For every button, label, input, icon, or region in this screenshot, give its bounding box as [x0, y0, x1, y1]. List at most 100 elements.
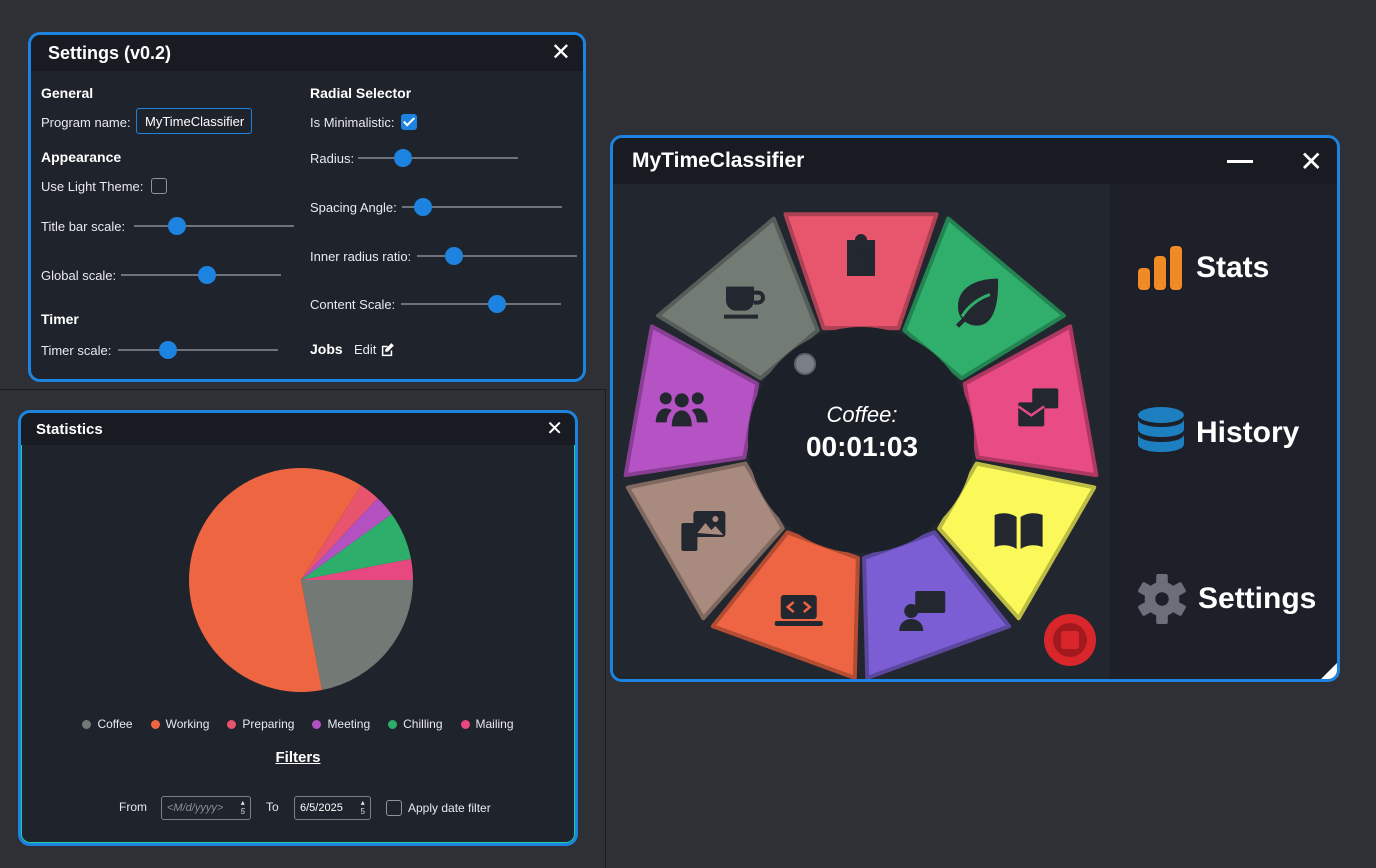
legend-item-preparing: Preparing: [227, 717, 294, 731]
statistics-title: Statistics: [36, 420, 103, 438]
edit-icon: [382, 343, 395, 357]
stop-icon: [1061, 631, 1079, 649]
legend-swatch: [312, 719, 322, 729]
general-heading: General: [41, 85, 94, 101]
legend-item-chilling: Chilling: [388, 717, 443, 731]
statistics-close-icon[interactable]: ✕: [546, 419, 563, 439]
stats-label: Stats: [1196, 251, 1270, 284]
bar-chart-icon: [1138, 246, 1182, 290]
from-date-input[interactable]: <M/d/yyyy> ▴ 5: [161, 796, 251, 820]
legend-item-coffee: Coffee: [82, 717, 133, 731]
from-label: From: [119, 800, 147, 814]
database-icon: [1138, 407, 1184, 452]
from-date-placeholder: <M/d/yyyy>: [167, 802, 224, 814]
settings-titlebar[interactable]: Settings (v0.2) ✕: [31, 35, 583, 71]
settings-left-column: General Program name: MyTimeClassifier A…: [31, 71, 301, 379]
appearance-heading: Appearance: [41, 149, 122, 165]
pane-divider-vertical: [605, 390, 606, 868]
legend-swatch: [227, 719, 237, 729]
legend-label: Preparing: [242, 717, 295, 731]
slider-thumb[interactable]: [158, 341, 177, 359]
main-sidebar: Stats History Settings: [1110, 184, 1337, 679]
clipboard-list-icon: [847, 234, 875, 276]
settings-close-icon[interactable]: ✕: [551, 41, 571, 65]
program-name-label: Program name:: [41, 115, 131, 130]
main-title: MyTimeClassifier: [632, 149, 805, 172]
current-job-label: Coffee:: [827, 402, 898, 427]
history-label: History: [1196, 416, 1300, 449]
settings-right-column: Radial Selector Is Minimalistic: Radius:…: [310, 71, 580, 379]
gear-icon: [1138, 573, 1186, 625]
apply-date-filter-label: Apply date filter: [408, 801, 491, 815]
to-date-input[interactable]: 6/5/2025 ▴ 5: [294, 796, 371, 820]
minimize-icon[interactable]: [1227, 160, 1253, 163]
stop-button[interactable]: [1044, 614, 1096, 666]
jobs-heading: Jobs: [310, 341, 343, 357]
timer-display: 00:01:03: [806, 431, 918, 462]
legend-item-working: Working: [150, 717, 210, 731]
radius-slider[interactable]: [358, 149, 518, 167]
content-scale-label: Content Scale:: [310, 297, 396, 312]
legend-swatch: [150, 719, 160, 729]
history-button[interactable]: History: [1136, 406, 1299, 460]
from-spin-value: 5: [240, 807, 245, 816]
stats-button[interactable]: Stats: [1136, 244, 1269, 292]
global-scale-label: Global scale:: [41, 268, 117, 283]
legend-swatch: [82, 719, 92, 729]
settings-button[interactable]: Settings: [1136, 572, 1316, 626]
to-label: To: [266, 800, 279, 814]
apply-date-filter-checkbox[interactable]: [386, 800, 402, 816]
slider-thumb[interactable]: [198, 266, 217, 284]
pie-chart: [189, 468, 413, 692]
timer-scale-label: Timer scale:: [41, 343, 112, 358]
legend-label: Meeting: [327, 717, 371, 731]
radial-heading: Radial Selector: [310, 85, 412, 101]
filters-title: Filters: [275, 749, 321, 766]
drag-handle-dot[interactable]: [794, 353, 816, 375]
settings-label: Settings: [1198, 582, 1317, 615]
inner-radius-ratio-label: Inner radius ratio:: [310, 249, 412, 264]
to-date-value: 6/5/2025: [300, 802, 343, 814]
timer-scale-slider[interactable]: [118, 341, 278, 359]
spacing-angle-label: Spacing Angle:: [310, 200, 397, 215]
legend-label: Coffee: [97, 717, 133, 731]
radial-wheel: Coffee: 00:01:03: [623, 212, 1099, 679]
legend-swatch: [460, 719, 470, 729]
slider-thumb[interactable]: [413, 198, 432, 216]
legend-item-meeting: Meeting: [312, 717, 370, 731]
slider-thumb[interactable]: [393, 149, 412, 167]
light-theme-checkbox[interactable]: [151, 178, 167, 194]
legend-item-mailing: Mailing: [460, 717, 514, 731]
inner-radius-ratio-slider[interactable]: [417, 247, 577, 265]
main-close-icon[interactable]: ✕: [1300, 148, 1323, 176]
jobs-edit-button[interactable]: Edit: [354, 342, 395, 357]
minimalistic-label: Is Minimalistic:: [310, 115, 395, 130]
title-bar-scale-label: Title bar scale:: [41, 219, 126, 234]
slider-thumb[interactable]: [444, 247, 463, 265]
pane-divider-horizontal: [0, 389, 606, 390]
to-date-spinner[interactable]: ▴ 5: [361, 798, 365, 816]
to-spin-value: 5: [360, 807, 365, 816]
content-scale-slider[interactable]: [401, 295, 561, 313]
slider-thumb[interactable]: [168, 217, 187, 235]
timer-heading: Timer: [41, 311, 79, 327]
legend-label: Working: [165, 717, 210, 731]
from-date-spinner[interactable]: ▴ 5: [241, 798, 245, 816]
legend-label: Mailing: [475, 717, 514, 731]
global-scale-slider[interactable]: [121, 266, 281, 284]
title-bar-scale-slider[interactable]: [134, 217, 294, 235]
main-titlebar[interactable]: MyTimeClassifier ✕: [613, 138, 1337, 184]
statistics-window: Statistics ✕ Coffee Working Preparing Meeti…: [18, 410, 578, 846]
settings-window: Settings (v0.2) ✕ General Program name: …: [28, 32, 586, 382]
laptop-code-icon: [774, 595, 823, 627]
minimalistic-checkbox[interactable]: [401, 114, 417, 130]
spacing-angle-slider[interactable]: [402, 198, 562, 216]
main-window: MyTimeClassifier ✕ Coffee: 00:01:03 Stat…: [610, 135, 1340, 682]
statistics-titlebar[interactable]: Statistics ✕: [21, 413, 575, 445]
chart-legend: Coffee Working Preparing Meeting Chilling Mai…: [21, 717, 575, 731]
light-theme-label: Use Light Theme:: [41, 179, 144, 194]
legend-label: Chilling: [403, 717, 443, 731]
settings-title: Settings (v0.2): [48, 42, 172, 63]
slider-thumb[interactable]: [488, 295, 506, 313]
program-name-input[interactable]: MyTimeClassifier: [136, 108, 252, 134]
